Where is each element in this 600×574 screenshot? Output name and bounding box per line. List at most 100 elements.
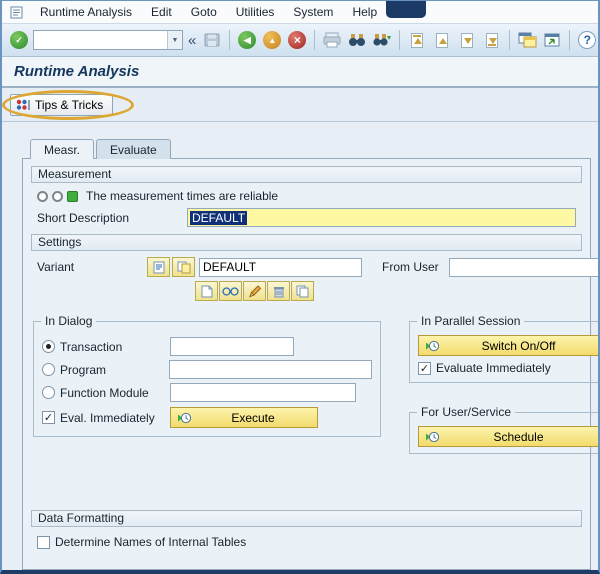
change-button[interactable]	[243, 281, 266, 301]
determine-names-checkbox[interactable]	[37, 535, 50, 549]
first-page-button[interactable]	[406, 29, 428, 51]
print-icon	[323, 32, 341, 48]
pencil-icon	[248, 284, 261, 297]
cancel-button[interactable]: ×	[286, 29, 308, 51]
program-label: Program	[60, 362, 107, 377]
function-module-row: Function Module	[42, 381, 372, 404]
tips-and-tricks-label: Tips & Tricks	[35, 97, 104, 112]
transaction-label: Transaction	[60, 339, 123, 354]
tab-strip: Measr. Evaluate	[30, 139, 591, 159]
display-variant-button[interactable]	[147, 257, 170, 277]
switch-on-off-button[interactable]: Switch On/Off	[418, 335, 598, 356]
command-field[interactable]: ▼	[33, 30, 183, 50]
menu-edit[interactable]: Edit	[149, 4, 174, 20]
find-next-button[interactable]	[371, 29, 393, 51]
eval-immediately-row: Eval. Immediately Execute	[42, 406, 372, 429]
previous-page-icon	[436, 32, 449, 48]
page-title: Runtime Analysis	[14, 63, 140, 80]
in-parallel-session-title: In Parallel Session	[417, 314, 525, 328]
display-button[interactable]	[219, 281, 242, 301]
function-module-input[interactable]	[170, 383, 356, 402]
toolbar-separator	[509, 30, 511, 50]
short-description-field[interactable]: DEFAULT	[187, 208, 576, 227]
short-description-value: DEFAULT	[190, 210, 248, 225]
menu-runtime-analysis[interactable]: Runtime Analysis	[38, 4, 134, 20]
menu-goto[interactable]: Goto	[189, 4, 219, 20]
program-radio[interactable]	[42, 363, 55, 376]
transaction-radio[interactable]	[42, 340, 55, 353]
glasses-icon	[222, 286, 239, 296]
window-tab-decoration	[386, 1, 426, 18]
find-next-icon	[373, 34, 392, 46]
exit-button[interactable]: ▲	[261, 29, 283, 51]
settings-section-header: Settings	[31, 234, 582, 251]
status-green-icon	[67, 190, 78, 202]
help-button[interactable]: ?	[576, 29, 598, 51]
work-area: Measr. Evaluate Measurement The measurem…	[2, 122, 598, 570]
switch-on-off-label: Switch On/Off	[481, 338, 556, 353]
switch-clock-icon	[426, 340, 439, 351]
collapse-toolbar-icon[interactable]: «	[186, 32, 198, 49]
enter-button[interactable]: ✓	[8, 29, 30, 51]
first-page-icon	[411, 32, 424, 48]
last-page-button[interactable]	[481, 29, 503, 51]
menu-help[interactable]: Help	[350, 4, 379, 20]
new-session-icon	[518, 32, 537, 48]
new-session-button[interactable]	[516, 29, 538, 51]
last-page-icon	[486, 32, 499, 48]
copy-button[interactable]	[291, 281, 314, 301]
command-input[interactable]	[34, 32, 167, 48]
delete-button[interactable]	[267, 281, 290, 301]
tips-and-tricks-button[interactable]: Tips & Tricks	[10, 93, 114, 116]
variant-input[interactable]	[199, 257, 362, 277]
print-button[interactable]	[321, 29, 343, 51]
tips-and-tricks-icon	[16, 99, 30, 110]
evaluate-immediately-checkbox[interactable]	[418, 361, 431, 375]
execute-button[interactable]: Execute	[170, 407, 318, 428]
schedule-clock-icon	[426, 431, 439, 442]
get-variant-button[interactable]	[172, 257, 195, 277]
next-page-button[interactable]	[456, 29, 478, 51]
short-description-row: Short Description DEFAULT	[31, 205, 582, 234]
previous-page-button[interactable]	[431, 29, 453, 51]
in-dialog-title: In Dialog	[41, 314, 97, 328]
measurement-status-text: The measurement times are reliable	[86, 189, 279, 203]
schedule-button[interactable]: Schedule	[418, 426, 598, 447]
cancel-icon: ×	[288, 31, 307, 49]
toolbar-separator	[314, 30, 316, 50]
variant-label: Variant	[37, 260, 75, 274]
program-input[interactable]	[169, 360, 372, 379]
back-button[interactable]: ◀	[236, 29, 258, 51]
function-module-radio[interactable]	[42, 386, 55, 399]
system-menu-icon[interactable]	[10, 6, 23, 19]
tab-measr[interactable]: Measr.	[30, 139, 95, 159]
save-button[interactable]	[201, 29, 223, 51]
find-binoculars-icon	[349, 34, 366, 46]
title-bar: Runtime Analysis	[2, 57, 598, 88]
variant-actions-row	[189, 279, 582, 303]
create-variant-button[interactable]	[195, 281, 218, 301]
tab-evaluate[interactable]: Evaluate	[96, 139, 171, 159]
function-module-label: Function Module	[60, 385, 149, 400]
transaction-input[interactable]	[170, 337, 294, 356]
create-shortcut-button[interactable]	[541, 29, 563, 51]
from-user-input[interactable]	[448, 257, 598, 277]
find-button[interactable]	[346, 29, 368, 51]
display-variant-icon	[153, 261, 164, 273]
eval-immediately-checkbox[interactable]	[42, 411, 55, 424]
menu-system[interactable]: System	[291, 4, 335, 20]
measurement-circle-icon	[37, 190, 48, 202]
toolbar-separator	[229, 30, 231, 50]
exit-icon: ▲	[263, 31, 282, 49]
schedule-label: Schedule	[493, 429, 544, 444]
menu-bar: Runtime Analysis Edit Goto Utilities Sys…	[2, 1, 598, 24]
measurement-section-header: Measurement	[31, 166, 582, 183]
data-formatting-section: Data Formatting Determine Names of Inter…	[31, 510, 582, 549]
evaluate-immediately-row: Evaluate Immediately	[418, 358, 598, 378]
group-columns: In Dialog Transaction Program Function M…	[31, 314, 598, 454]
measurement-circle-icon	[52, 190, 63, 202]
menu-utilities[interactable]: Utilities	[234, 4, 277, 20]
short-description-label: Short Description	[37, 210, 130, 225]
command-dropdown-icon[interactable]: ▼	[167, 31, 182, 49]
eval-immediately-label: Eval. Immediately	[60, 410, 155, 425]
